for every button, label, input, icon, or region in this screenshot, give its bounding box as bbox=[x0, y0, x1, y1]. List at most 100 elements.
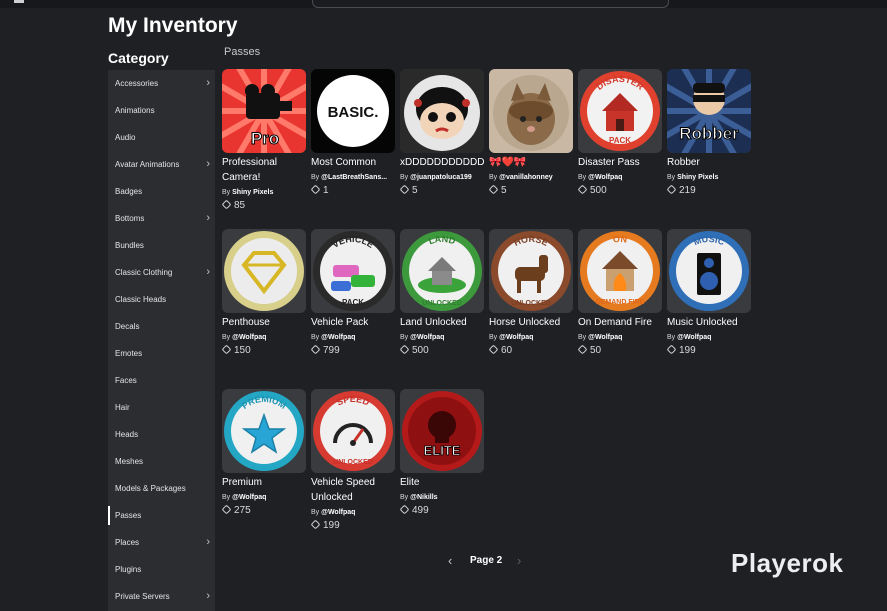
item-card[interactable]: 🎀❤️🎀 By @vanillahonney 5 bbox=[488, 69, 573, 197]
item-price: 85 bbox=[221, 199, 306, 212]
item-name[interactable]: Disaster Pass bbox=[578, 155, 662, 170]
speaker-icon[interactable]: MUSIC bbox=[667, 229, 751, 313]
basic-text-icon[interactable]: BASIC. bbox=[311, 69, 395, 153]
sidebar-item-decals[interactable]: Decals bbox=[108, 313, 215, 340]
creator-link[interactable]: @Wolfpaq bbox=[588, 334, 622, 341]
item-creator: By @juanpatoluca199 bbox=[400, 173, 484, 183]
skull-icon[interactable]: ELITE bbox=[400, 389, 484, 473]
chevron-left-icon[interactable]: ‹ bbox=[448, 553, 452, 568]
sidebar-item-heads[interactable]: Heads bbox=[108, 421, 215, 448]
sidebar-item-places[interactable]: Places › bbox=[108, 529, 215, 556]
item-card[interactable]: DISASTER PACK Disaster Pass By @Wolfpaq 500 bbox=[577, 69, 662, 197]
item-name[interactable]: Vehicle Pack bbox=[311, 315, 395, 330]
item-name[interactable]: Professional Camera! bbox=[222, 155, 306, 185]
sidebar-item-plugins[interactable]: Plugins bbox=[108, 556, 215, 583]
item-card[interactable]: VEHICLE PACK Vehicle Pack By @Wolfpaq 799 bbox=[310, 229, 395, 357]
robux-icon bbox=[310, 344, 321, 355]
item-card[interactable]: MUSIC Music Unlocked By @Wolfpaq 199 bbox=[666, 229, 751, 357]
creator-link[interactable]: Shiny Pixels bbox=[232, 189, 273, 196]
sidebar-item-badges[interactable]: Badges bbox=[108, 178, 215, 205]
price-value: 1 bbox=[323, 185, 329, 196]
item-name[interactable]: Penthouse bbox=[222, 315, 306, 330]
item-card[interactable]: Pro Professional Camera! By Shiny Pixels 85 bbox=[221, 69, 306, 212]
item-card[interactable]: xDDDDDDDDDDD By @juanpatoluca199 5 bbox=[399, 69, 484, 197]
item-price: 199 bbox=[666, 344, 751, 357]
sidebar-item-bundles[interactable]: Bundles bbox=[108, 232, 215, 259]
item-name[interactable]: Land Unlocked bbox=[400, 315, 484, 330]
creator-by-label: By bbox=[222, 494, 231, 501]
creator-link[interactable]: @Wolfpaq bbox=[321, 334, 355, 341]
creator-by-label: By bbox=[667, 334, 676, 341]
sidebar-item-animations[interactable]: Animations bbox=[108, 97, 215, 124]
land-icon[interactable]: LAND UNLOCKED bbox=[400, 229, 484, 313]
item-name[interactable]: Vehicle Speed Unlocked bbox=[311, 475, 395, 505]
chevron-right-icon[interactable]: › bbox=[517, 553, 521, 568]
item-price: 1 bbox=[310, 184, 395, 197]
item-name[interactable]: Music Unlocked bbox=[667, 315, 751, 330]
sidebar-item-avatar-animations[interactable]: Avatar Animations › bbox=[108, 151, 215, 178]
sidebar-item-emotes[interactable]: Emotes bbox=[108, 340, 215, 367]
creator-link[interactable]: @Wolfpaq bbox=[499, 334, 533, 341]
item-name[interactable]: Robber bbox=[667, 155, 751, 170]
sidebar-item-bottoms[interactable]: Bottoms › bbox=[108, 205, 215, 232]
creator-link[interactable]: @vanillahonney bbox=[499, 174, 553, 181]
item-card[interactable]: LAND UNLOCKED Land Unlocked By @Wolfpaq 500 bbox=[399, 229, 484, 357]
sidebar-item-hair[interactable]: Hair bbox=[108, 394, 215, 421]
creator-link[interactable]: @LastBreathSans... bbox=[321, 174, 387, 181]
item-name[interactable]: On Demand Fire bbox=[578, 315, 662, 330]
item-card[interactable]: PREMIUM Premium By @Wolfpaq 275 bbox=[221, 389, 306, 517]
creator-link[interactable]: @Wolfpaq bbox=[232, 494, 266, 501]
creator-by-label: By bbox=[222, 189, 231, 196]
robber-icon[interactable]: Robber bbox=[667, 69, 751, 153]
creator-link[interactable]: @Wolfpaq bbox=[410, 334, 444, 341]
vehicle-pack-icon[interactable]: VEHICLE PACK bbox=[311, 229, 395, 313]
item-name[interactable]: Premium bbox=[222, 475, 306, 490]
item-card[interactable]: ELITE Elite By @Nikills 499 bbox=[399, 389, 484, 517]
item-creator: By @Nikills bbox=[400, 493, 484, 503]
creator-link[interactable]: @Nikills bbox=[410, 494, 437, 501]
creator-by-label: By bbox=[400, 494, 409, 501]
sidebar-item-passes[interactable]: Passes bbox=[108, 502, 215, 529]
creator-link[interactable]: @Wolfpaq bbox=[677, 334, 711, 341]
sidebar-item-faces[interactable]: Faces bbox=[108, 367, 215, 394]
item-name[interactable]: Horse Unlocked bbox=[489, 315, 573, 330]
horse-icon[interactable]: HORSE UNLOCKED bbox=[489, 229, 573, 313]
creator-link[interactable]: @Wolfpaq bbox=[232, 334, 266, 341]
sidebar-item-meshes[interactable]: Meshes bbox=[108, 448, 215, 475]
item-name[interactable]: Elite bbox=[400, 475, 484, 490]
creator-link[interactable]: @juanpatoluca199 bbox=[410, 174, 472, 181]
speedometer-icon[interactable]: SPEED UNLOCKED bbox=[311, 389, 395, 473]
cat-photo-icon[interactable] bbox=[489, 69, 573, 153]
robux-icon bbox=[399, 344, 410, 355]
item-card[interactable]: BASIC. Most Common By @LastBreathSans... 1 bbox=[310, 69, 395, 197]
item-name[interactable]: 🎀❤️🎀 bbox=[489, 155, 573, 170]
item-name[interactable]: xDDDDDDDDDDD bbox=[400, 155, 484, 170]
search-input[interactable] bbox=[312, 0, 669, 8]
item-name[interactable]: Most Common bbox=[311, 155, 395, 170]
item-card[interactable]: Robber Robber By Shiny Pixels 219 bbox=[666, 69, 751, 197]
creator-link[interactable]: @Wolfpaq bbox=[321, 509, 355, 516]
fire-house-icon[interactable]: ON DEMAND FIRE bbox=[578, 229, 662, 313]
item-card[interactable]: ON DEMAND FIRE On Demand Fire By @Wolfpaq 50 bbox=[577, 229, 662, 357]
creator-link[interactable]: @Wolfpaq bbox=[588, 174, 622, 181]
creator-link[interactable]: Shiny Pixels bbox=[677, 174, 718, 181]
item-price: 60 bbox=[488, 344, 573, 357]
robux-icon bbox=[488, 344, 499, 355]
disaster-house-icon[interactable]: DISASTER PACK bbox=[578, 69, 662, 153]
cartoon-girl-icon[interactable] bbox=[400, 69, 484, 153]
sidebar-item-accessories[interactable]: Accessories › bbox=[108, 70, 215, 97]
pro-camera-icon[interactable]: Pro bbox=[222, 69, 306, 153]
item-card[interactable]: Penthouse By @Wolfpaq 150 bbox=[221, 229, 306, 357]
sidebar-item-audio[interactable]: Audio bbox=[108, 124, 215, 151]
diamond-icon[interactable] bbox=[222, 229, 306, 313]
sidebar-item-private-servers[interactable]: Private Servers › bbox=[108, 583, 215, 610]
sidebar-item-models-packages[interactable]: Models & Packages bbox=[108, 475, 215, 502]
sidebar-item-classic-clothing[interactable]: Classic Clothing › bbox=[108, 259, 215, 286]
sidebar-item-label: Animations bbox=[115, 106, 155, 115]
item-creator: By @Wolfpaq bbox=[489, 333, 573, 343]
item-card[interactable]: HORSE UNLOCKED Horse Unlocked By @Wolfpaq 60 bbox=[488, 229, 573, 357]
star-icon[interactable]: PREMIUM bbox=[222, 389, 306, 473]
menu-icon[interactable] bbox=[14, 0, 24, 3]
item-card[interactable]: SPEED UNLOCKED Vehicle Speed Unlocked By @W… bbox=[310, 389, 395, 532]
sidebar-item-classic-heads[interactable]: Classic Heads bbox=[108, 286, 215, 313]
